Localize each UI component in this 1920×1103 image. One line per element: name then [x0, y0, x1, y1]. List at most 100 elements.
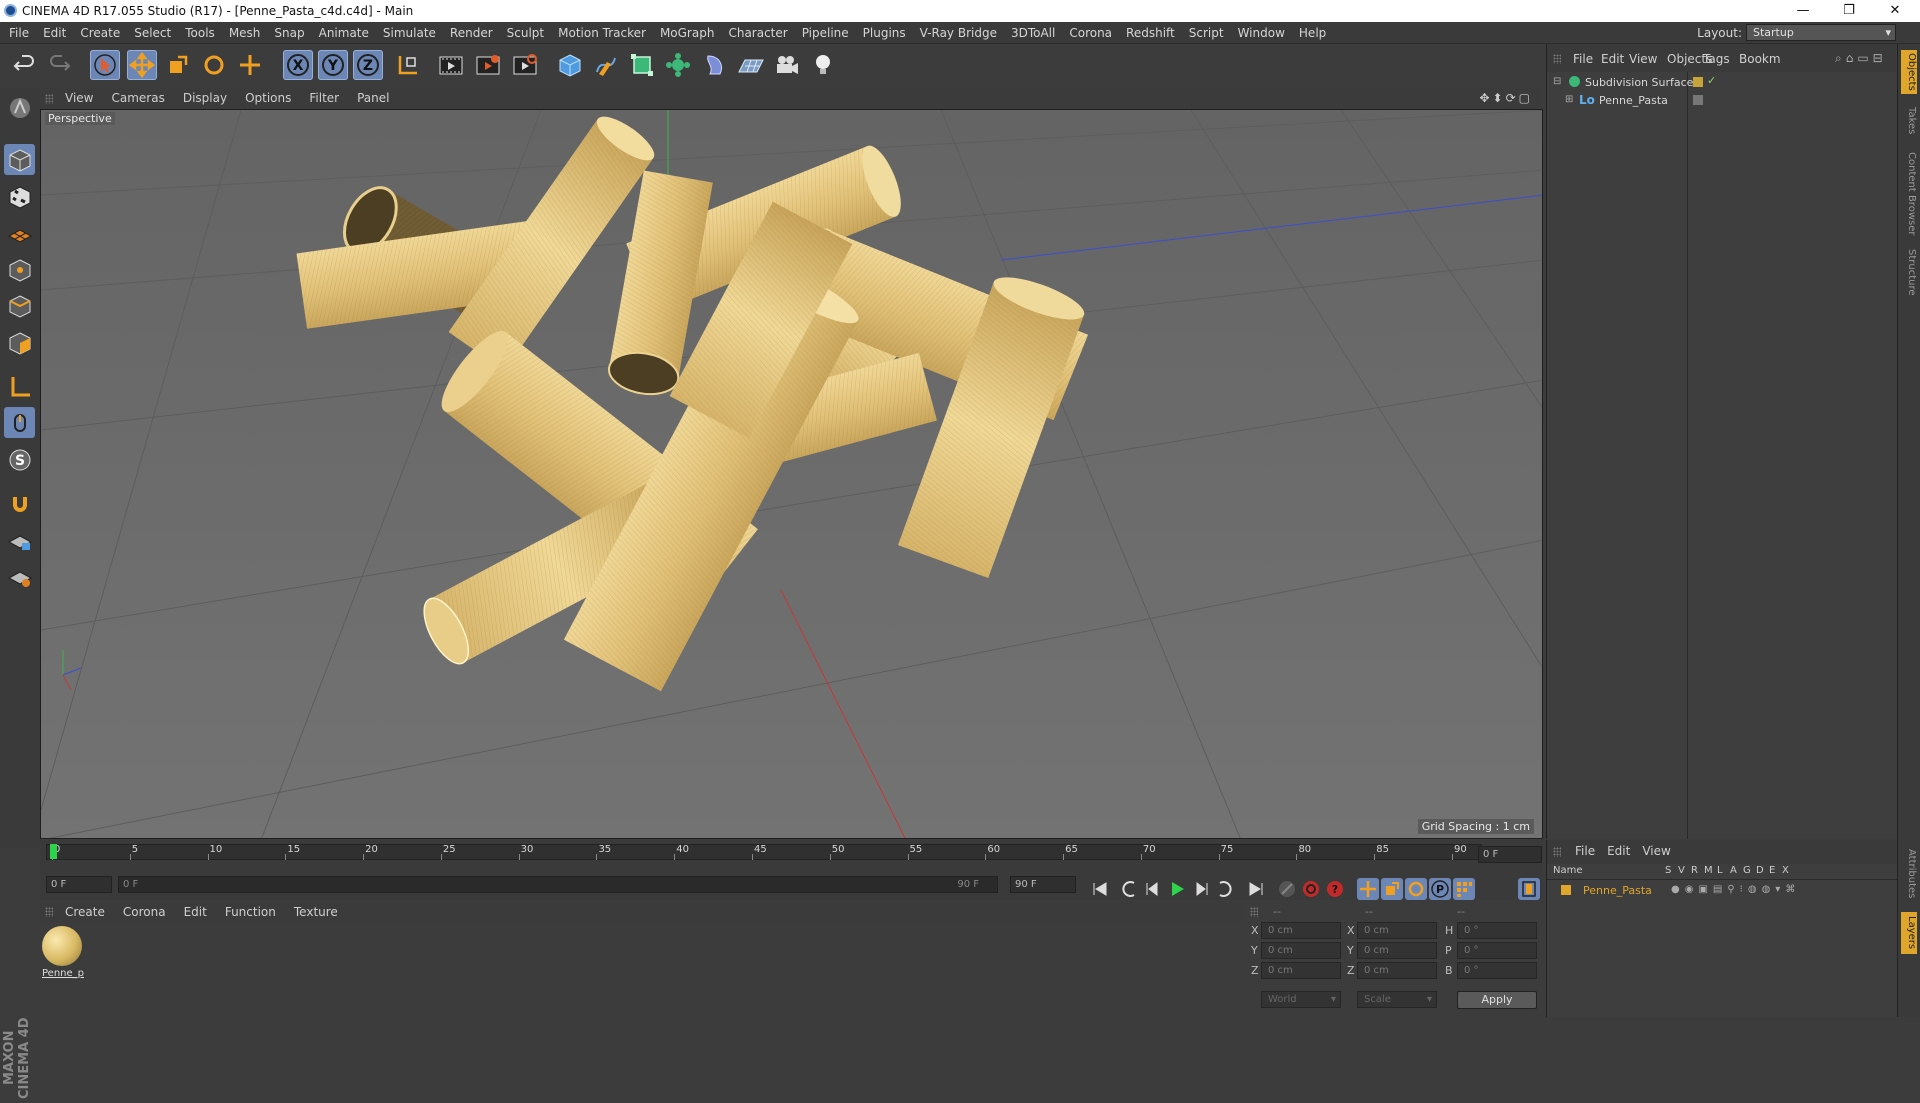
menu-edit[interactable]: Edit — [36, 22, 73, 44]
menu-create[interactable]: Create — [73, 22, 127, 44]
next-key-icon[interactable] — [1214, 878, 1236, 900]
size-mode-dropdown[interactable]: Scale ▾ — [1357, 991, 1437, 1008]
menu-motion-tracker[interactable]: Motion Tracker — [551, 22, 653, 44]
layer-menu-view[interactable]: View — [1636, 844, 1676, 858]
expand-icon[interactable]: ⊞ — [1565, 94, 1573, 105]
viewport-menu-cameras[interactable]: Cameras — [102, 88, 173, 109]
redo-icon[interactable] — [44, 50, 74, 80]
position-field-y[interactable]: 0 cm — [1261, 942, 1341, 959]
end-frame-field[interactable]: 90 F — [1010, 876, 1076, 893]
menu-redshift[interactable]: Redshift — [1119, 22, 1182, 44]
record-position-icon[interactable] — [1357, 878, 1379, 900]
keyframe-selection-icon[interactable]: ? — [1324, 878, 1346, 900]
tab-content-browser[interactable]: Content Browser — [1901, 148, 1917, 240]
layer-color-swatch[interactable] — [1561, 885, 1571, 895]
menu-help[interactable]: Help — [1292, 22, 1333, 44]
timeline-window-icon[interactable] — [1518, 878, 1540, 900]
viewport-menu-filter[interactable]: Filter — [300, 88, 348, 109]
goto-end-icon[interactable] — [1245, 878, 1267, 900]
layer-menu-edit[interactable]: Edit — [1601, 844, 1636, 858]
layer-row[interactable]: Penne_Pasta ●◉▣▤⚲⁝◍◍▾⌘ — [1547, 882, 1897, 899]
position-field-z[interactable]: 0 cm — [1261, 962, 1341, 979]
texture-mode-icon[interactable] — [4, 181, 35, 212]
menu-mesh[interactable]: Mesh — [222, 22, 268, 44]
perspective-viewport[interactable]: Perspective Grid Spacing : 1 cm — [40, 109, 1543, 839]
layer-menu-file[interactable]: File — [1569, 844, 1601, 858]
drag-handle-icon[interactable] — [1553, 847, 1561, 857]
select-cursor-icon[interactable] — [90, 50, 120, 80]
menu-file[interactable]: File — [2, 22, 36, 44]
menu-simulate[interactable]: Simulate — [376, 22, 443, 44]
polygons-mode-icon[interactable] — [4, 327, 35, 358]
deformer-icon[interactable] — [700, 50, 730, 80]
lock-workplane-icon[interactable] — [4, 525, 35, 556]
frame-range-slider[interactable]: 0 F 90 F — [118, 876, 998, 893]
y-axis-icon[interactable]: Y — [318, 50, 348, 80]
x-axis-icon[interactable]: X — [283, 50, 313, 80]
layout-dropdown[interactable]: Startup ▾ — [1746, 24, 1896, 41]
enabled-check-icon[interactable]: ✓ — [1707, 74, 1716, 87]
rotation-field-p[interactable]: 0 ° — [1457, 942, 1537, 959]
menu-character[interactable]: Character — [721, 22, 794, 44]
drag-handle-icon[interactable] — [45, 907, 53, 917]
size-field-y[interactable]: 0 cm — [1357, 942, 1437, 959]
rotation-field-b[interactable]: 0 ° — [1457, 962, 1537, 979]
rotation-field-h[interactable]: 0 ° — [1457, 922, 1537, 939]
tree-row-penne-pasta[interactable]: ⊞ Lo Penne_Pasta — [1547, 92, 1897, 109]
material-menu-texture[interactable]: Texture — [285, 902, 347, 923]
menu-3dtoall[interactable]: 3DToAll — [1004, 22, 1062, 44]
collapse-icon[interactable]: ⊟ — [1553, 76, 1561, 87]
apply-button[interactable]: Apply — [1457, 991, 1537, 1009]
play-icon[interactable] — [1166, 878, 1188, 900]
make-editable-icon[interactable] — [4, 92, 35, 123]
camera-label[interactable]: Perspective — [45, 112, 115, 125]
object-menu-file[interactable]: File — [1573, 52, 1593, 66]
magnet-icon[interactable] — [4, 488, 35, 519]
camera-icon[interactable] — [772, 50, 802, 80]
array-icon[interactable] — [663, 50, 693, 80]
viewport-menu-view[interactable]: View — [56, 88, 102, 109]
coordinate-space-dropdown[interactable]: World ▾ — [1261, 991, 1341, 1008]
position-field-x[interactable]: 0 cm — [1261, 922, 1341, 939]
playhead-marker[interactable] — [50, 844, 57, 859]
record-scale-icon[interactable] — [1381, 878, 1403, 900]
move-icon[interactable] — [127, 50, 157, 80]
object-menu-edit[interactable]: Edit — [1601, 52, 1624, 66]
menu-v-ray-bridge[interactable]: V-Ray Bridge — [913, 22, 1004, 44]
material-menu-corona[interactable]: Corona — [114, 902, 175, 923]
start-frame-field[interactable]: 0 F — [46, 876, 112, 893]
undo-icon[interactable] — [10, 50, 40, 80]
menu-render[interactable]: Render — [443, 22, 500, 44]
menu-tools[interactable]: Tools — [178, 22, 222, 44]
transform-icon[interactable] — [235, 50, 265, 80]
current-frame-field[interactable]: 0 F — [1478, 846, 1542, 863]
tab-attributes[interactable]: Attributes — [1901, 844, 1917, 904]
record-point-level-icon[interactable] — [1453, 878, 1475, 900]
menu-plugins[interactable]: Plugins — [856, 22, 913, 44]
render-picture-viewer-icon[interactable] — [473, 50, 503, 80]
z-axis-icon[interactable]: Z — [353, 50, 383, 80]
tab-structure[interactable]: Structure — [1901, 246, 1917, 298]
material-menu-edit[interactable]: Edit — [175, 902, 216, 923]
record-parameter-icon[interactable]: P — [1429, 878, 1451, 900]
layer-color-swatch[interactable] — [1693, 95, 1703, 105]
record-keys-disabled-icon[interactable] — [1276, 878, 1298, 900]
planar-workplane-icon[interactable] — [4, 561, 35, 592]
menu-select[interactable]: Select — [127, 22, 178, 44]
object-menu-view[interactable]: View — [1629, 52, 1657, 66]
axis-mode-icon[interactable] — [4, 371, 35, 402]
snap-icon[interactable]: S — [4, 444, 35, 475]
previous-key-icon[interactable] — [1118, 878, 1140, 900]
drag-handle-icon[interactable] — [45, 94, 53, 104]
drag-handle-icon[interactable] — [1553, 54, 1561, 64]
tweak-mode-icon[interactable] — [4, 407, 35, 438]
size-field-x[interactable]: 0 cm — [1357, 922, 1437, 939]
object-menu-bookm[interactable]: Bookm — [1739, 52, 1781, 66]
rotate-icon[interactable] — [199, 50, 229, 80]
tab-takes[interactable]: Takes — [1901, 104, 1917, 138]
goto-start-icon[interactable] — [1089, 878, 1111, 900]
edit-render-settings-icon[interactable] — [510, 50, 540, 80]
object-manager-tools[interactable]: ⌕⌂▭⊟ — [1835, 51, 1887, 66]
render-view-icon[interactable] — [436, 50, 466, 80]
edges-mode-icon[interactable] — [4, 290, 35, 321]
